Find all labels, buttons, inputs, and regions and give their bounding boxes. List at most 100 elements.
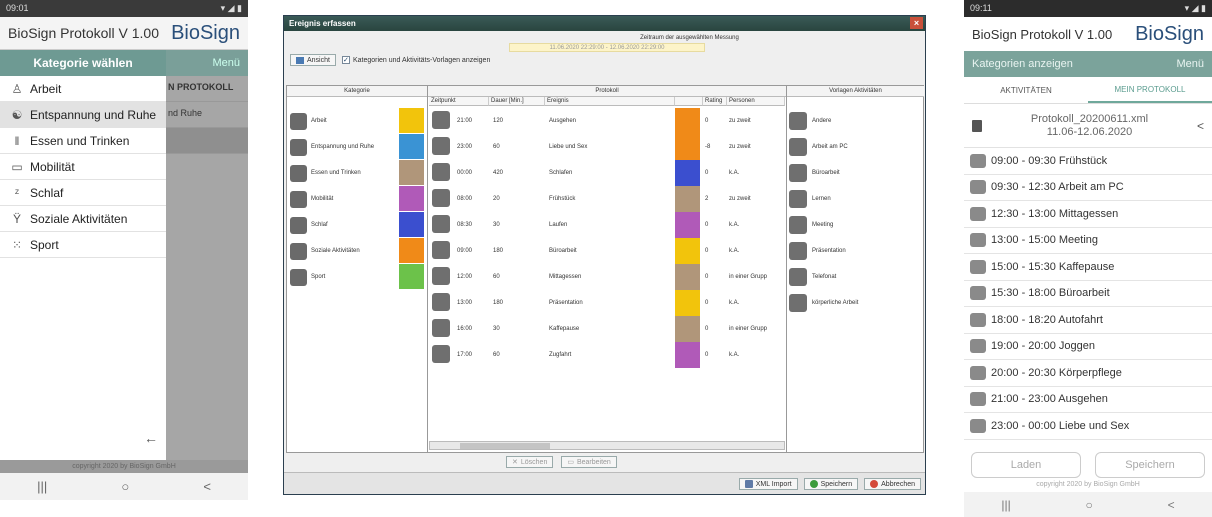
drawer-item-soziale[interactable]: Ÿ Soziale Aktivitäten — [0, 206, 166, 232]
protocol-entry[interactable]: 09:00 - 09:30 Frühstück — [964, 148, 1212, 175]
scrollbar-thumb[interactable] — [460, 443, 550, 449]
protocol-entry[interactable]: 23:00 - 00:00 Liebe und Sex — [964, 413, 1212, 440]
vorlage-item[interactable]: Telefonat — [789, 264, 836, 290]
drawer-item-mobilitaet[interactable]: ▭ Mobilität — [0, 154, 166, 180]
speichern-button[interactable]: Speichern — [1095, 452, 1205, 478]
protokoll-row[interactable]: 13:00 180 Präsentation 0 k.A. — [429, 290, 785, 316]
android-nav-bar: ||| ○ < — [0, 473, 248, 500]
bearbeiten-button[interactable]: ▭ Bearbeiten — [561, 456, 617, 468]
protokoll-row[interactable]: 09:00 180 Büroarbeit 0 k.A. — [429, 238, 785, 264]
drawer-item-arbeit[interactable]: ♙ Arbeit — [0, 76, 166, 102]
loeschen-button[interactable]: ✕ Löschen — [506, 456, 554, 468]
yin-yang-icon: ☯ — [11, 107, 23, 122]
copyright: copyright 2020 by BioSign GmbH — [1036, 481, 1140, 488]
loeschen-label: Löschen — [520, 458, 548, 466]
laden-button[interactable]: Laden — [971, 452, 1081, 478]
protocol-entry[interactable]: 15:30 - 18:00 Büroarbeit — [964, 281, 1212, 307]
drawer-item-label: Schlaf — [30, 185, 64, 200]
abbrechen-button[interactable]: Abbrechen — [864, 478, 921, 490]
drawer-item-entspannung[interactable]: ☯ Entspannung und Ruhe — [0, 102, 166, 128]
zeitpunkt-cell: 00:00 — [457, 170, 473, 176]
vorlage-item[interactable]: Präsentation — [789, 238, 846, 264]
rating-cell: 0 — [705, 274, 709, 280]
vorlage-item[interactable]: Büroarbeit — [789, 160, 840, 186]
ereignis-cell: Schlafen — [549, 170, 573, 176]
xml-import-button[interactable]: XML Import — [738, 478, 798, 490]
vorlage-item[interactable]: Meeting — [789, 212, 833, 238]
protokoll-row[interactable]: 16:00 30 Kaffepause 0 in einer Grupp — [429, 316, 785, 342]
protocol-entry[interactable]: 15:00 - 15:30 Kaffepause — [964, 254, 1212, 281]
menu-button[interactable]: Menü — [1176, 58, 1204, 70]
protokoll-row[interactable]: 21:00 120 Ausgehen 0 zu zweit — [429, 108, 785, 134]
ansicht-button[interactable]: Ansicht — [290, 54, 336, 66]
bg-row: nd Ruhe — [164, 102, 248, 128]
protocol-entry[interactable]: 13:00 - 15:00 Meeting — [964, 228, 1212, 254]
protocol-entry[interactable]: 12:30 - 13:00 Mittagessen — [964, 201, 1212, 228]
tab-aktivitaeten[interactable]: AKTIVITÄTEN — [964, 77, 1088, 103]
sleep-icon: ᶻ — [14, 185, 20, 200]
zeitraum-value: 11.06.2020 22:29:00 - 12.06.2020 22:29:0… — [509, 43, 705, 52]
checkbox-label: Kategorien und Aktivitäts-Vorlagen anzei… — [352, 56, 491, 64]
menu-button[interactable]: Menü — [212, 57, 240, 69]
activity-icon — [970, 392, 986, 407]
entry-label: 09:00 - 09:30 Frühstück — [991, 154, 1108, 167]
event-color-swatch — [675, 264, 700, 290]
protocol-entry[interactable]: 19:00 - 20:00 Joggen — [964, 334, 1212, 360]
ball-icon: ⁙ — [11, 237, 23, 252]
biosign-logo: BioSign — [171, 21, 240, 44]
disk-icon — [744, 480, 753, 488]
protokoll-row[interactable]: 00:00 420 Schlafen 0 k.A. — [429, 160, 785, 186]
protokoll-row[interactable]: 12:00 60 Mittagessen 0 in einer Grupp — [429, 264, 785, 290]
kategorie-label: Soziale Aktivitäten — [311, 248, 360, 254]
protocol-entry[interactable]: 21:00 - 23:00 Ausgehen — [964, 387, 1212, 413]
toolbar: Kategorien anzeigen Menü — [964, 51, 1212, 77]
protokoll-row[interactable]: 17:00 60 Zugfahrt 0 k.A. — [429, 342, 785, 368]
close-icon[interactable]: × — [910, 17, 923, 29]
toolbar: Ansicht ✓ Kategorien und Aktivitäts-Vorla… — [284, 52, 925, 68]
vorlage-item[interactable]: körperliche Arbeit — [789, 290, 858, 316]
protokoll-row[interactable]: 08:00 20 Frühstück 2 zu zweit — [429, 186, 785, 212]
drawer-item-sport[interactable]: ⁙ Sport — [0, 232, 166, 258]
speichern-button[interactable]: Speichern — [803, 478, 859, 490]
home-button[interactable]: ○ — [121, 479, 129, 494]
event-color-swatch — [675, 108, 700, 134]
protocol-entry[interactable]: 09:30 - 12:30 Arbeit am PC — [964, 175, 1212, 201]
ereignis-cell: Kaffepause — [549, 326, 580, 332]
kategorien-anzeigen-button[interactable]: Kategorien anzeigen — [972, 58, 1073, 70]
home-button[interactable]: ○ — [1086, 498, 1093, 512]
event-icon — [432, 293, 450, 311]
bg-row-selected — [164, 128, 248, 154]
vorlage-item[interactable]: Lernen — [789, 186, 831, 212]
protocol-entry[interactable]: 20:00 - 20:30 Körperpflege — [964, 360, 1212, 387]
show-categories-checkbox[interactable]: ✓ Kategorien und Aktivitäts-Vorlagen anze… — [341, 56, 491, 64]
protokoll-row[interactable]: 08:30 30 Laufen 0 k.A. — [429, 212, 785, 238]
ereignis-cell: Mittagessen — [549, 274, 582, 280]
vorlagen-header: Vorlagen Aktivitäten — [787, 86, 924, 97]
ereignis-cell: Frühstück — [549, 196, 576, 202]
checkmark-icon: ✓ — [341, 56, 350, 64]
rating-cell: 0 — [705, 326, 709, 332]
drawer-item-essen[interactable]: ‖ Essen und Trinken — [0, 128, 166, 154]
protocol-file-row[interactable]: Protokoll_20200611.xml 11.06-12.06.2020 … — [964, 104, 1212, 148]
horizontal-scrollbar[interactable] — [429, 441, 785, 450]
back-button[interactable]: < — [203, 479, 211, 494]
share-icon[interactable]: < — [1197, 119, 1204, 133]
protokoll-row[interactable]: 23:00 60 Liebe und Sex -8 zu zweit — [429, 134, 785, 160]
vorlage-item[interactable]: Arbeit am PC — [789, 134, 848, 160]
vorlage-item[interactable]: Andere — [789, 108, 831, 134]
vorlage-label: Büroarbeit — [812, 170, 840, 176]
cancel-circle-icon — [870, 480, 879, 488]
vorlage-label: Arbeit am PC — [812, 144, 848, 150]
kategorie-label: Essen und Trinken — [311, 170, 361, 176]
event-icon — [432, 163, 450, 181]
protocol-entry[interactable]: 18:00 - 18:20 Autofahrt — [964, 307, 1212, 334]
personen-cell: in einer Grupp — [729, 274, 768, 280]
recents-button[interactable]: ||| — [37, 479, 47, 494]
back-arrow-icon[interactable]: ← — [144, 430, 158, 446]
event-icon — [432, 319, 450, 337]
tab-mein-protokoll[interactable]: MEIN PROTOKOLL — [1088, 77, 1212, 103]
back-button[interactable]: < — [1168, 498, 1175, 512]
drawer-item-schlaf[interactable]: ᶻ Schlaf — [0, 180, 166, 206]
recents-button[interactable]: ||| — [1001, 498, 1010, 512]
protokoll-header: Protokoll — [428, 86, 786, 97]
